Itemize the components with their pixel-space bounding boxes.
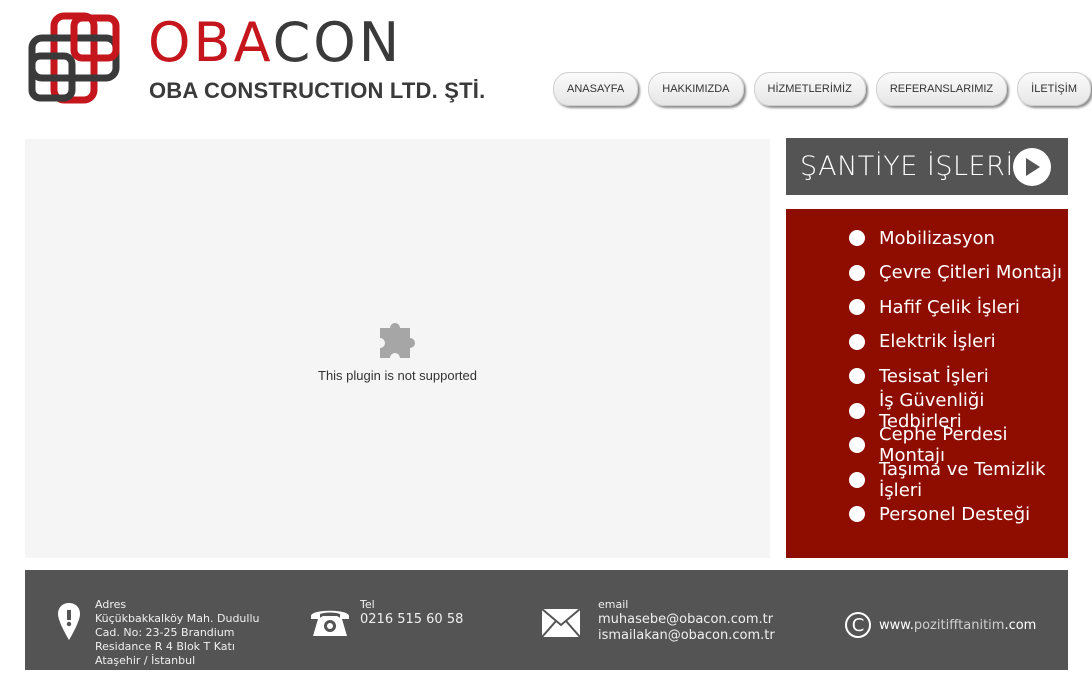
email-label: email (598, 598, 629, 611)
email-block: email muhasebe@obacon.com.tr ismailakan@… (598, 598, 775, 644)
address-line: Küçükbakkalköy Mah. Dudullu (95, 612, 260, 625)
list-item[interactable]: Hafif Çelik İşleri (826, 290, 1068, 325)
bullet-icon (849, 299, 865, 316)
nav-hakkimizda-button[interactable]: HAKKIMIZDA (648, 72, 744, 106)
bullet-icon (849, 437, 865, 454)
mail-icon (541, 608, 581, 638)
email-link[interactable]: muhasebe@obacon.com.tr (598, 612, 775, 628)
logo-wordmark: OBACON (148, 11, 403, 74)
credit-link[interactable]: C www.pozitifftanitim.com (845, 612, 1036, 638)
address-line: Residance R 4 Blok T Katı (95, 640, 235, 653)
plugin-placeholder: This plugin is not supported (25, 139, 770, 558)
nav-hizmetlerimiz-button[interactable]: HİZMETLERİMİZ (753, 72, 866, 106)
email-link[interactable]: ismailakan@obacon.com.tr (598, 628, 775, 644)
side-panel-title: ŞANTİYE İŞLERİ (800, 151, 1014, 182)
bullet-icon (849, 506, 865, 523)
logo[interactable]: OBACON OBA CONSTRUCTION LTD. ŞTİ. (28, 12, 498, 112)
nav-anasayfa-button[interactable]: ANASAYFA (553, 72, 639, 106)
play-button[interactable] (1013, 148, 1051, 186)
logo-subtitle: OBA CONSTRUCTION LTD. ŞTİ. (149, 78, 486, 103)
list-item[interactable]: Elektrik İşleri (826, 325, 1068, 360)
service-list: Mobilizasyon Çevre Çitleri Montajı Hafif… (786, 209, 1068, 558)
puzzle-icon (379, 323, 415, 358)
main-nav: ANASAYFA HAKKIMIZDA HİZMETLERİMİZ REFERA… (553, 72, 1091, 106)
list-item[interactable]: Mobilizasyon (826, 221, 1068, 256)
list-item[interactable]: Çevre Çitleri Montajı (826, 256, 1068, 291)
bullet-icon (849, 368, 865, 385)
bullet-icon (849, 264, 865, 281)
bullet-icon (849, 471, 865, 488)
location-pin-icon (58, 603, 80, 640)
bullet-icon (849, 333, 865, 350)
footer: Adres Küçükbakkalköy Mah. Dudullu Cad. N… (25, 570, 1068, 670)
credit-url: www.pozitifftanitim.com (879, 617, 1037, 633)
address-line: Ataşehir / İstanbul (95, 654, 196, 667)
tel-value[interactable]: 0216 515 60 58 (360, 612, 463, 628)
logo-mark-icon (28, 12, 120, 104)
tel-label: Tel (360, 598, 375, 611)
list-item[interactable]: İş Güvenliği Tedbirleri (826, 390, 1068, 432)
plugin-message: This plugin is not supported (318, 368, 477, 383)
address-block: Adres Küçükbakkalköy Mah. Dudullu Cad. N… (95, 598, 259, 668)
list-item[interactable]: Tesisat İşleri (826, 359, 1068, 394)
address-label: Adres (95, 598, 127, 611)
side-panel-header: ŞANTİYE İŞLERİ (786, 138, 1068, 195)
play-icon (1026, 158, 1040, 176)
address-line: Cad. No: 23-25 Brandium (95, 626, 235, 639)
copyright-icon: C (845, 612, 871, 638)
list-item[interactable]: Cephe Perdesi Montajı (826, 424, 1068, 466)
nav-iletisim-button[interactable]: İLETİŞİM (1017, 72, 1091, 106)
tel-block: Tel 0216 515 60 58 (360, 598, 463, 628)
nav-referanslarimiz-button[interactable]: REFERANSLARIMIZ (875, 72, 1008, 106)
list-item[interactable]: Personel Desteği (826, 497, 1068, 532)
phone-icon (311, 610, 349, 636)
list-item[interactable]: Taşıma ve Temizlik İşleri (826, 459, 1068, 501)
bullet-icon (849, 402, 865, 419)
bullet-icon (849, 230, 865, 247)
